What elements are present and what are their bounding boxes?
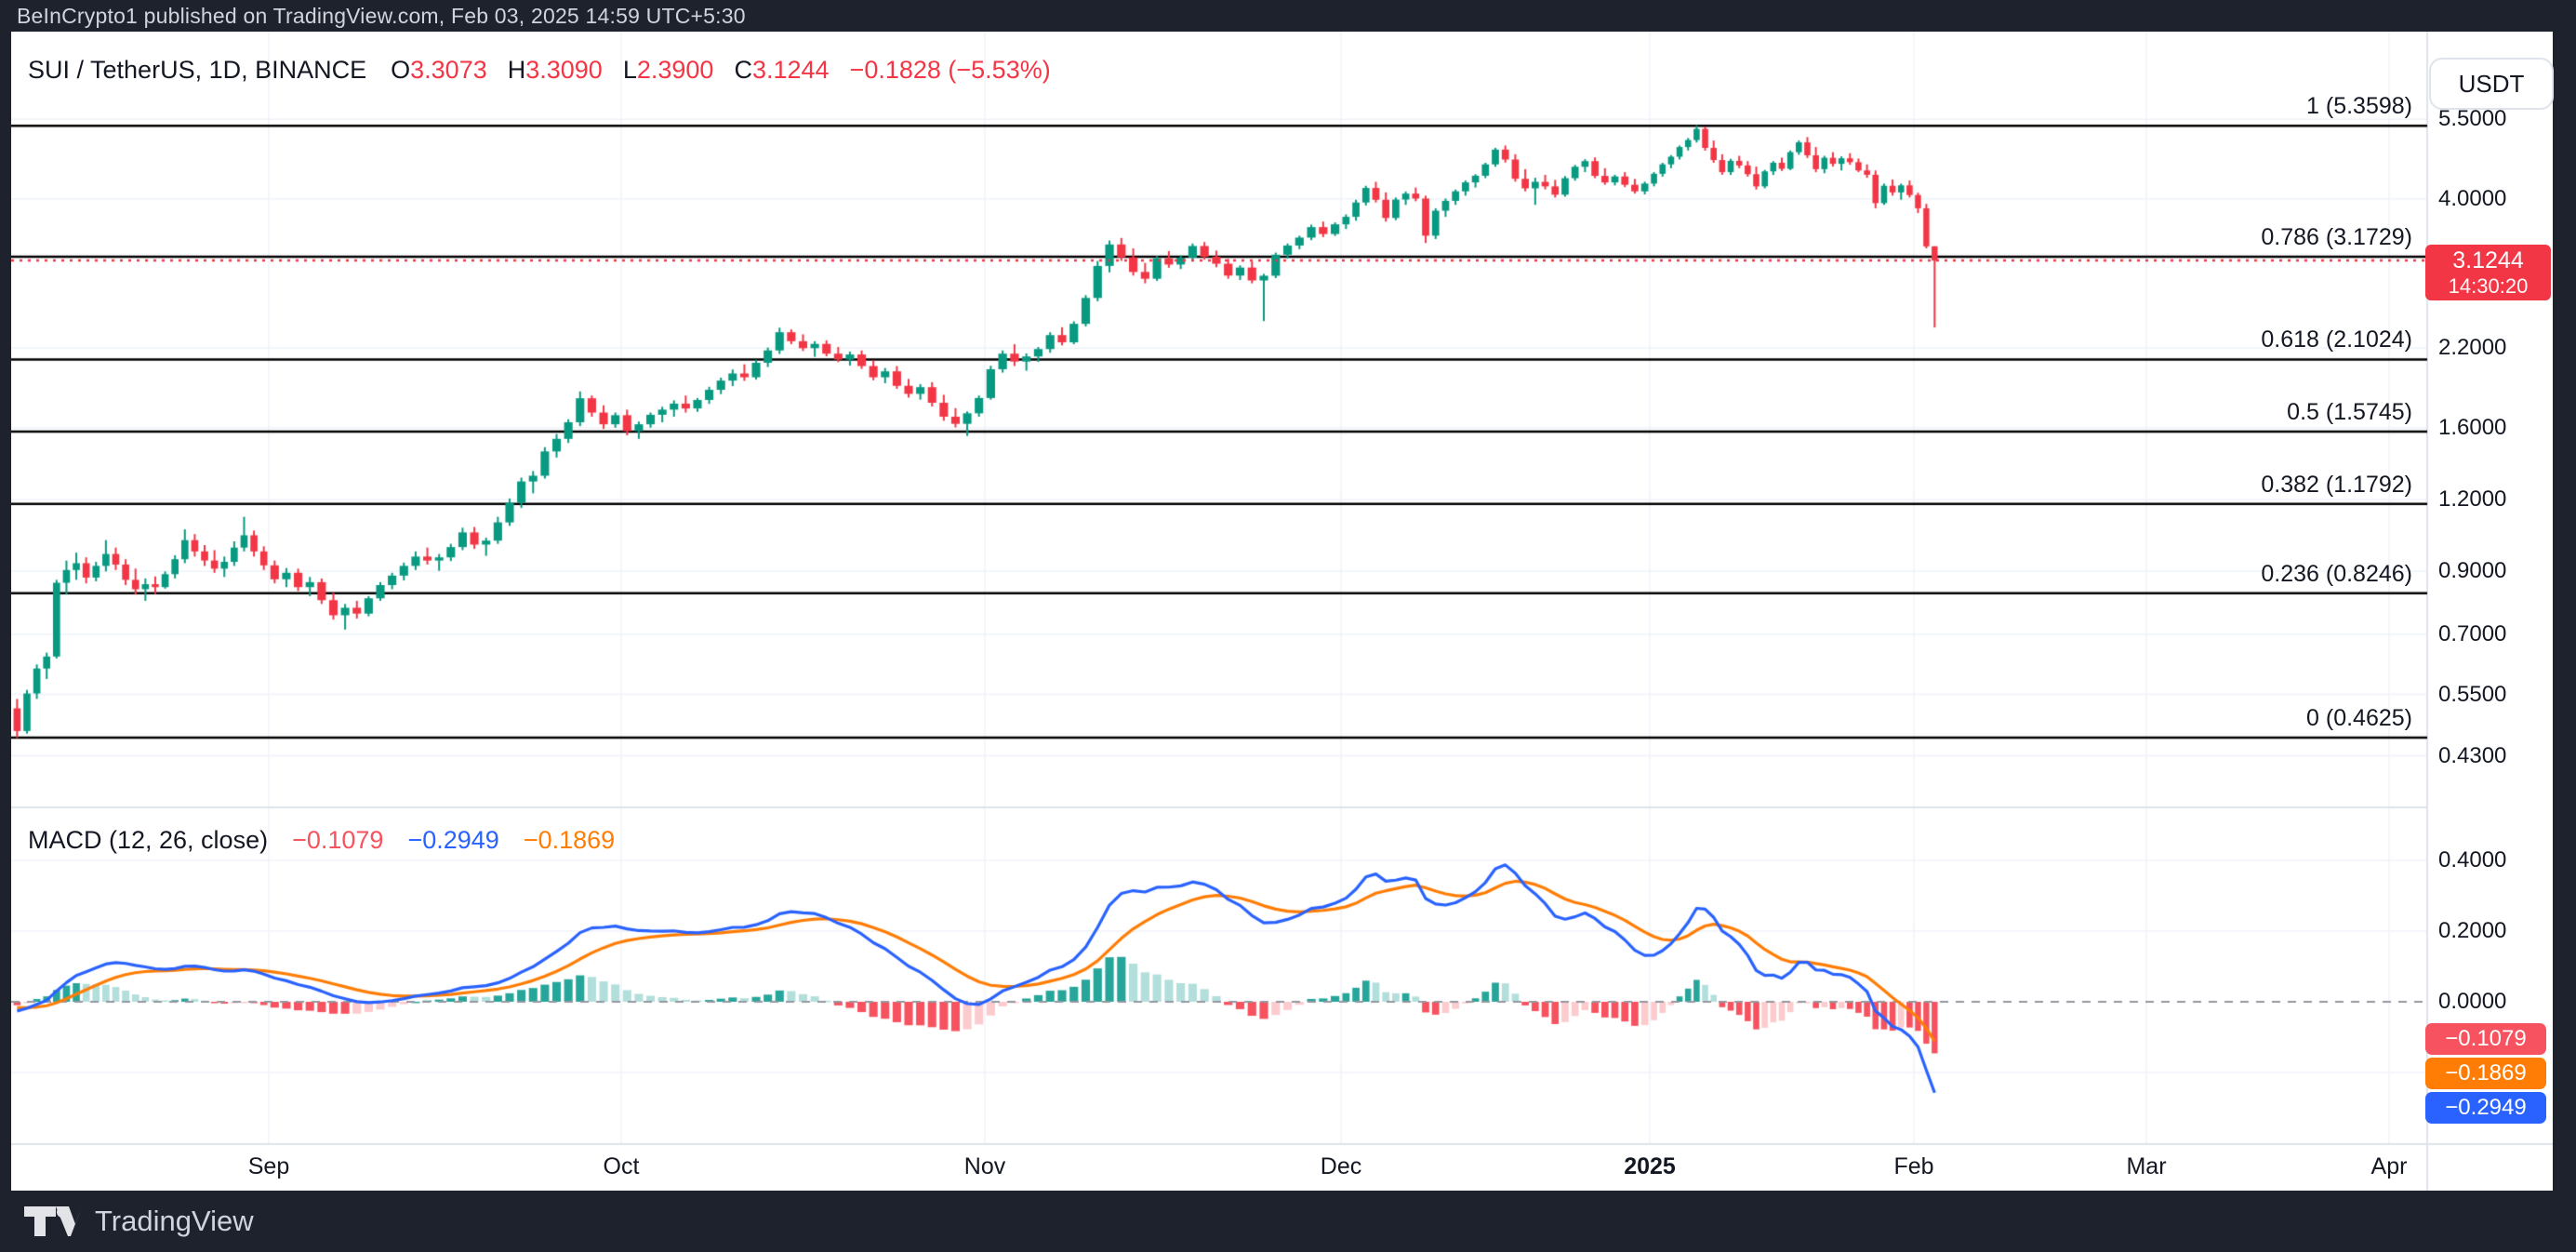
price-tick[interactable]: 0.5500 (2438, 681, 2506, 709)
macd-line-badge: −0.2949 (2425, 1092, 2546, 1124)
current-price-badge: 3.1244 14:30:20 (2425, 245, 2551, 300)
symbol-title[interactable]: SUI / TetherUS, 1D, BINANCE (28, 56, 366, 85)
fib-level-label-0[interactable]: 0 (0.4625) (2306, 704, 2412, 732)
macd-tick[interactable]: 0.4000 (2438, 846, 2506, 874)
macd-status-row[interactable]: MACD (12, 26, close) −0.1079 −0.2949 −0.… (28, 826, 615, 855)
time-axis-label-apr[interactable]: Apr (2371, 1153, 2408, 1180)
time-axis-label-nov[interactable]: Nov (964, 1153, 1005, 1180)
fib-level-label-0236[interactable]: 0.236 (0.8246) (2261, 560, 2412, 588)
fib-level-label-1[interactable]: 1 (5.3598) (2306, 92, 2412, 120)
publish-info-bar: BeInCrypto1 published on TradingView.com… (0, 0, 2576, 32)
change-value: −0.1828 (−5.53%) (850, 56, 1051, 85)
time-axis-label-sep[interactable]: Sep (248, 1153, 289, 1180)
price-tick[interactable]: 4.0000 (2438, 185, 2506, 213)
fib-level-label-0618[interactable]: 0.618 (2.1024) (2261, 326, 2412, 353)
time-axis-label-dec[interactable]: Dec (1321, 1153, 1361, 1180)
fib-level-label-0382[interactable]: 0.382 (1.1792) (2261, 471, 2412, 499)
macd-tick[interactable]: 0.2000 (2438, 917, 2506, 945)
countdown-timer: 14:30:20 (2449, 274, 2529, 298)
macd-tick[interactable]: 0.0000 (2438, 988, 2506, 1016)
fib-level-label-05[interactable]: 0.5 (1.5745) (2287, 398, 2412, 426)
time-axis-label-mar[interactable]: Mar (2126, 1153, 2166, 1180)
time-axis-label-2025[interactable]: 2025 (1624, 1153, 1676, 1180)
price-tick[interactable]: 1.6000 (2438, 414, 2506, 442)
macd-histogram-badge: −0.1079 (2425, 1023, 2546, 1055)
macd-signal-badge: −0.1869 (2425, 1058, 2546, 1089)
time-axis-label-feb[interactable]: Feb (1893, 1153, 1933, 1180)
macd-title[interactable]: MACD (12, 26, close) (28, 826, 268, 855)
publish-info-text: BeInCrypto1 published on TradingView.com… (17, 4, 746, 29)
low-value: L2.3900 (623, 56, 714, 85)
current-price: 3.1244 (2452, 247, 2523, 274)
tradingview-logo-icon (24, 1205, 82, 1237)
price-tick[interactable]: 1.2000 (2438, 486, 2506, 513)
price-tick[interactable]: 0.4300 (2438, 742, 2506, 770)
bottom-brand-bar: TradingView (0, 1191, 2576, 1252)
price-tick[interactable]: 0.7000 (2438, 620, 2506, 648)
tradingview-watermark-text: TradingView (95, 1205, 254, 1238)
currency-toggle-button[interactable]: USDT (2429, 58, 2554, 110)
macd-line-value: −0.2949 (407, 826, 498, 855)
macd-signal-value: −0.1869 (524, 826, 615, 855)
chart-canvas[interactable] (0, 0, 2576, 1252)
fib-level-label-0786[interactable]: 0.786 (3.1729) (2261, 223, 2412, 251)
right-frame-strip (2553, 32, 2576, 1191)
high-value: H3.3090 (508, 56, 603, 85)
left-frame-strip (0, 32, 11, 1191)
symbol-status-row[interactable]: SUI / TetherUS, 1D, BINANCE O3.3073 H3.3… (28, 56, 1071, 85)
close-value: C3.1244 (734, 56, 829, 85)
macd-histogram-value: −0.1079 (292, 826, 383, 855)
price-tick[interactable]: 2.2000 (2438, 334, 2506, 362)
time-axis-label-oct[interactable]: Oct (604, 1153, 640, 1180)
price-tick[interactable]: 0.9000 (2438, 557, 2506, 585)
open-value: O3.3073 (391, 56, 487, 85)
